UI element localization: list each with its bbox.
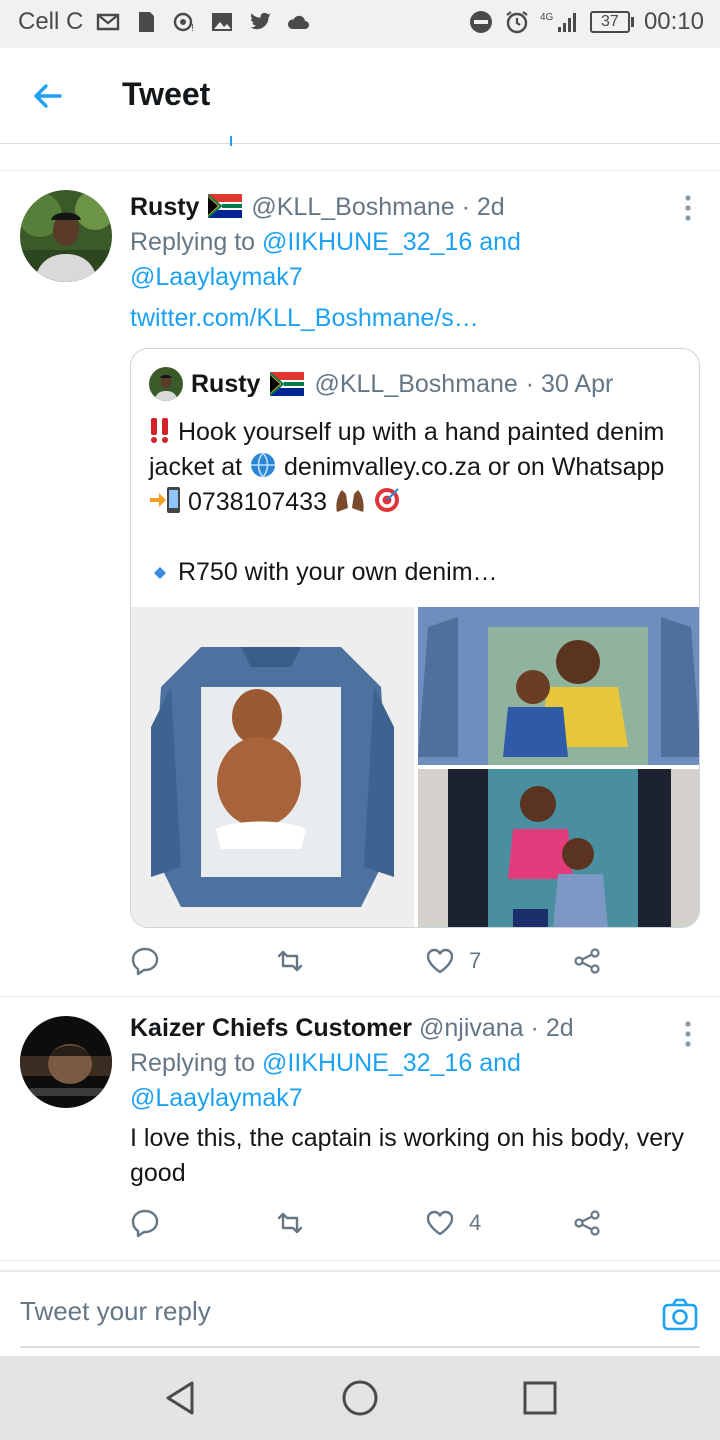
carrier-label: Cell C — [18, 8, 84, 35]
author-name[interactable]: Rusty — [130, 193, 199, 221]
reply-icon — [131, 1209, 159, 1238]
alarm-icon — [504, 9, 530, 35]
media-image[interactable] — [131, 607, 414, 927]
mention-link[interactable]: @Laaylaymak7 — [130, 1084, 303, 1112]
system-navigation-bar — [0, 1356, 720, 1440]
heart-icon — [426, 948, 454, 974]
gmail-icon — [95, 9, 121, 35]
tweet-actions: 7 — [130, 946, 630, 986]
tweet-text: I love this, the captain is working on h… — [130, 1124, 684, 1187]
avatar[interactable] — [20, 1016, 112, 1108]
svg-text:!: ! — [191, 23, 194, 34]
tweet-actions: 4 — [130, 1208, 630, 1248]
replying-prefix: Replying to — [130, 1049, 256, 1077]
circle-home-icon — [342, 1380, 378, 1416]
mention-link[interactable]: @Laaylaymak7 — [130, 263, 303, 291]
quoted-tweet-time: · 30 Apr — [525, 369, 614, 398]
avatar[interactable] — [20, 190, 112, 282]
replying-prefix: Replying to — [130, 228, 256, 256]
divider — [0, 1260, 720, 1261]
share-button[interactable] — [572, 1208, 602, 1238]
double-exclamation-icon — [151, 418, 168, 443]
nav-recents-button[interactable] — [520, 1378, 560, 1418]
signal-icon: 4G — [540, 9, 580, 35]
tweet-url-link[interactable]: twitter.com/KLL_Boshmane/s… — [130, 304, 479, 332]
quoted-tweet-text: Hook yourself up with a hand painted den… — [149, 415, 689, 590]
back-button[interactable] — [28, 76, 68, 116]
share-icon — [574, 948, 600, 974]
like-count: 4 — [469, 1210, 482, 1235]
page-title: Tweet — [122, 76, 211, 112]
like-button[interactable]: 7 — [425, 946, 481, 976]
camera-button[interactable] — [662, 1296, 698, 1332]
heart-icon — [426, 1210, 454, 1236]
do-not-disturb-icon — [468, 9, 494, 35]
retweet-icon — [277, 1212, 303, 1234]
website-link: denimvalley.co.za — [284, 453, 481, 481]
retweet-icon — [277, 950, 303, 972]
twitter-icon — [247, 9, 273, 35]
tweet-item[interactable]: Rusty @KLL_Boshmane · 2d Replying to @II… — [0, 170, 720, 996]
reply-button[interactable] — [130, 946, 160, 976]
target-icon — [374, 488, 399, 512]
battery-level: 37 — [589, 11, 630, 33]
quoted-avatar — [149, 367, 183, 401]
triangle-back-icon — [166, 1381, 194, 1415]
globe-icon — [251, 452, 276, 478]
gallery-icon — [209, 9, 235, 35]
tweet-item[interactable]: Kaizer Chiefs Customer @njivana · 2d Rep… — [0, 996, 720, 1258]
nav-back-button[interactable] — [160, 1378, 200, 1418]
back-arrow-icon — [34, 84, 62, 108]
media-grid — [131, 607, 699, 927]
cloud-icon — [285, 9, 311, 35]
square-recents-icon — [523, 1381, 557, 1415]
mention-link[interactable]: @IIKHUNE_32_16 — [262, 1049, 472, 1077]
quoted-text-line-2: or on Whatsapp — [487, 453, 665, 481]
phone-arrow-icon — [150, 487, 180, 513]
previous-tweet-thread-line — [230, 136, 232, 146]
nav-home-button[interactable] — [340, 1378, 380, 1418]
media-image[interactable] — [418, 607, 699, 765]
share-icon — [574, 1210, 600, 1236]
quoted-author-name: Rusty — [191, 369, 261, 398]
quoted-author-handle: @KLL_Boshmane — [314, 369, 518, 398]
retweet-button[interactable] — [275, 946, 305, 976]
quoted-text-line-3: R750 with your own denim… — [177, 558, 498, 586]
reply-icon — [131, 947, 159, 976]
reply-button[interactable] — [130, 1208, 160, 1238]
share-button[interactable] — [572, 946, 602, 976]
status-bar: Cell C ! 4G 37 00:10 — [0, 0, 720, 48]
battery-icon: 37 — [589, 11, 634, 33]
retweet-button[interactable] — [275, 1208, 305, 1238]
reply-input[interactable]: Tweet your reply — [20, 1296, 211, 1327]
south-africa-flag-icon — [270, 372, 305, 396]
quoted-tweet[interactable]: Rusty @KLL_Boshmane · 30 Apr Hook yourse… — [130, 348, 700, 928]
author-handle[interactable]: @KLL_Boshmane — [251, 193, 454, 221]
mention-link[interactable]: @IIKHUNE_32_16 — [262, 228, 472, 256]
replying-and: and — [479, 228, 521, 256]
clock: 00:10 — [643, 8, 704, 35]
network-type: 4G — [540, 12, 554, 23]
hotspot-icon: ! — [171, 9, 197, 35]
blue-diamond-icon — [154, 567, 166, 579]
sd-card-icon — [133, 9, 159, 35]
reply-composer: Tweet your reply — [0, 1270, 720, 1356]
like-count: 7 — [469, 948, 482, 973]
like-button[interactable]: 4 — [425, 1208, 481, 1238]
phone-number: 0738107433 — [187, 488, 327, 516]
tweet-time: · 2d — [461, 193, 505, 221]
tweet-time: · 2d — [530, 1014, 574, 1042]
replying-and: and — [479, 1049, 521, 1077]
reply-input-underline — [20, 1346, 700, 1348]
author-handle[interactable]: @njivana — [419, 1014, 524, 1042]
camera-icon — [662, 1298, 698, 1331]
raised-hands-icon — [336, 490, 364, 512]
top-app-bar: Tweet — [0, 48, 720, 144]
south-africa-flag-icon — [208, 194, 243, 218]
media-image[interactable] — [418, 769, 699, 927]
author-name[interactable]: Kaizer Chiefs Customer — [130, 1014, 412, 1042]
